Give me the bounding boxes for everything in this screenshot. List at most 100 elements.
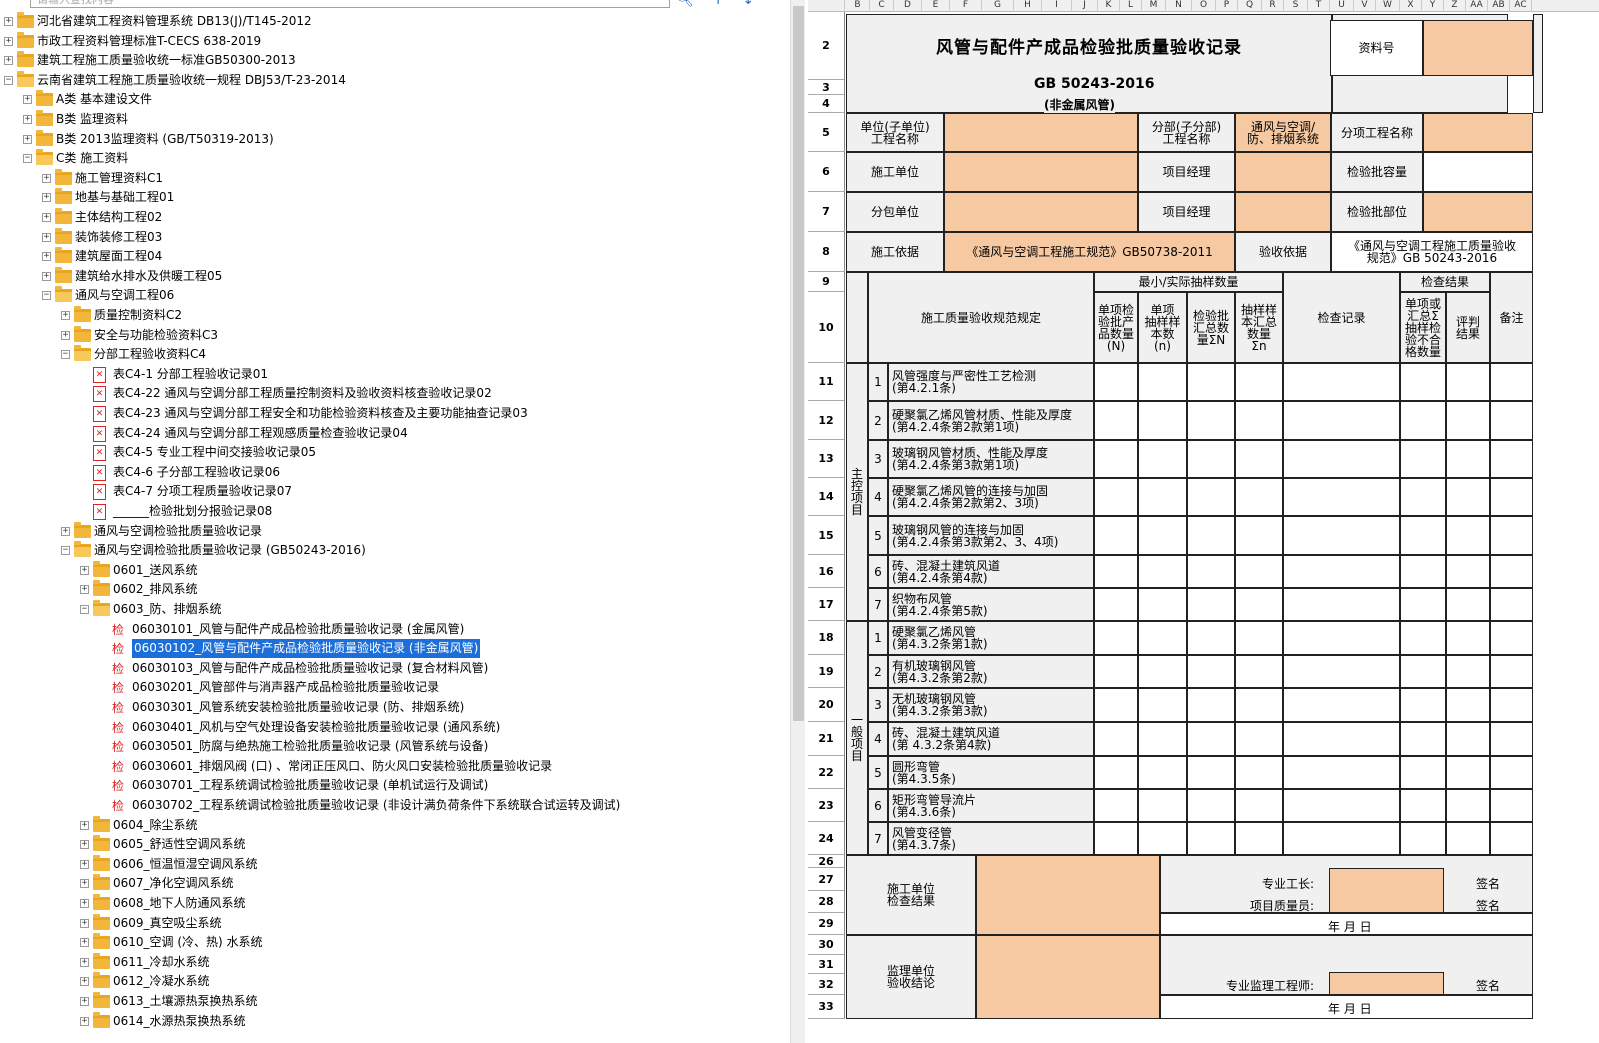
column-header[interactable]: R [1262,0,1284,12]
item-entry-cell[interactable] [1235,655,1283,688]
item-entry-cell[interactable] [1490,722,1533,756]
row-header[interactable]: 10 [808,292,845,363]
column-header[interactable]: V [1354,0,1376,12]
tree-file-item[interactable]: 检 06030601_排烟风阀 (口) 、常闭正压风口、防火风口安装检验批质量验收… [0,757,790,777]
row-header[interactable]: 2 [808,12,845,80]
item-entry-cell[interactable] [1187,440,1235,478]
fb-unit-value[interactable] [944,192,1138,232]
jyp-rl-value[interactable] [1423,152,1533,192]
supervisor-sign-box[interactable] [1329,972,1444,995]
item-entry-cell[interactable] [1400,822,1446,855]
expand-toggle-icon[interactable]: + [42,173,51,183]
sg-yj-value[interactable]: 《通风与空调工程施工规范》GB50738-2011 [944,232,1235,272]
item-entry-cell[interactable] [1138,440,1187,478]
column-header[interactable]: AC [1510,0,1532,12]
tree-folder-item[interactable]: + 市政工程资料管理标准T-CECS 638-2019 [0,31,790,52]
item-entry-cell[interactable] [1446,722,1490,756]
tree-file-item[interactable]: 检 06030102_风管与配件产成品检验批质量验收记录 (非金属风管) [0,638,790,660]
item-entry-cell[interactable] [1446,621,1490,655]
item-number[interactable]: 6 [868,555,888,588]
item-entry-cell[interactable] [1187,363,1235,401]
expand-toggle-icon[interactable]: + [80,840,89,850]
item-spec[interactable]: 风管强度与严密性工艺检测 (第4.2.1条) [888,363,1094,401]
item-entry-cell[interactable] [1400,588,1446,621]
expand-toggle-icon[interactable]: + [80,879,89,889]
item-entry-cell[interactable] [1490,555,1533,588]
item-entry-cell[interactable] [1187,555,1235,588]
item-entry-cell[interactable] [1283,363,1400,401]
tree-folder-item[interactable]: + 通风与空调检验批质量验收记录 [0,521,790,542]
sample-subheader[interactable]: 单项检 验批产 品数量 (N) [1094,292,1138,363]
judgement-header[interactable]: 评判 结果 [1446,292,1490,363]
item-entry-cell[interactable] [1490,688,1533,722]
row-header[interactable]: 11 [808,363,845,401]
expand-toggle-icon[interactable]: + [80,820,89,830]
tree-file-item[interactable]: ✕ 表C4-24 通风与空调分部工程观感质量检查验收记录04 [0,424,790,444]
item-entry-cell[interactable] [1094,363,1138,401]
tree-file-item[interactable]: ✕ ______检验批划分报验记录08 [0,502,790,522]
search-icon[interactable]: 🔍︎ [676,0,694,8]
item-entry-cell[interactable] [1187,722,1235,756]
tree-file-item[interactable]: 检 06030501_防腐与绝热施工检验批质量验收记录 (风管系统与设备) [0,737,790,757]
item-entry-cell[interactable] [1400,722,1446,756]
item-number[interactable]: 1 [868,621,888,655]
row-header[interactable]: 18 [808,621,845,655]
main-items-label[interactable]: 主 控 项 目 [846,363,868,621]
column-header[interactable]: T [1308,0,1330,12]
row-header[interactable]: 19 [808,655,845,688]
column-header[interactable]: Y [1422,0,1444,12]
remark-header[interactable]: 备注 [1490,272,1533,363]
item-entry-cell[interactable] [1446,588,1490,621]
item-entry-cell[interactable] [1490,822,1533,855]
column-header[interactable]: E [922,0,950,12]
item-entry-cell[interactable] [1283,688,1400,722]
item-entry-cell[interactable] [1094,789,1138,822]
item-spec[interactable]: 无机玻璃钢风管 (第4.3.2条第3款) [888,688,1094,722]
row-header[interactable]: 32 [808,974,845,995]
pm-value[interactable] [1235,152,1331,192]
item-entry-cell[interactable] [1400,688,1446,722]
row-header[interactable]: 16 [808,555,845,588]
ys-yj-value[interactable]: 《通风与空调工程施工质量验收 规范》GB 50243-2016 [1331,232,1533,272]
item-entry-cell[interactable] [1138,822,1187,855]
row-header[interactable]: 29 [808,913,845,935]
expand-toggle-icon[interactable]: + [23,95,32,105]
expand-toggle-icon[interactable]: + [80,997,89,1006]
item-entry-cell[interactable] [1446,401,1490,440]
sample-subheader[interactable]: 检验批 汇总数 量ΣN [1187,292,1235,363]
item-entry-cell[interactable] [1446,555,1490,588]
sg-check-label[interactable]: 施工单位 检查结果 [846,855,976,935]
item-number[interactable]: 2 [868,401,888,440]
column-header[interactable]: X [1400,0,1422,12]
expand-toggle-icon[interactable]: + [4,36,13,46]
expand-toggle-icon[interactable]: + [80,957,89,967]
item-number[interactable]: 3 [868,688,888,722]
row-header[interactable]: 15 [808,516,845,555]
jc-record-header[interactable]: 检查记录 [1283,272,1400,363]
expand-toggle-icon[interactable]: + [4,56,13,66]
item-entry-cell[interactable] [1187,789,1235,822]
tree-folder-item[interactable]: +0601_送风系统 [0,560,790,581]
tree-folder-item[interactable]: + 建筑屋面工程04 [0,247,790,267]
tree-folder-item[interactable]: − 0603_防、排烟系统 [0,600,790,620]
fail-count-header[interactable]: 单项或 汇总Σ 抽样检 验不合 格数量 [1400,292,1446,363]
item-entry-cell[interactable] [1400,555,1446,588]
item-entry-cell[interactable] [1446,756,1490,789]
tree-folder-item[interactable]: +0613_土壤源热泵换热系统 [0,992,790,1012]
item-entry-cell[interactable] [1187,588,1235,621]
item-entry-cell[interactable] [1400,478,1446,516]
item-entry-cell[interactable] [1283,478,1400,516]
item-entry-cell[interactable] [1094,555,1138,588]
row-header[interactable]: 26 [808,855,845,868]
expand-toggle-icon[interactable]: + [42,193,51,203]
column-header[interactable]: C [870,0,894,12]
item-number[interactable]: 1 [868,363,888,401]
tree-folder-item[interactable]: + 安全与功能检验资料C3 [0,325,790,346]
tree-folder-item[interactable]: + 建筑工程施工质量验收统一标准GB50300-2013 [0,51,790,71]
column-header[interactable]: L [1120,0,1142,12]
item-entry-cell[interactable] [1187,655,1235,688]
tree-folder-item[interactable]: +0611_冷却水系统 [0,952,790,973]
title-edge[interactable] [1533,14,1543,113]
item-entry-cell[interactable] [1446,688,1490,722]
search-input[interactable]: 请输入查找内容 [30,0,670,8]
